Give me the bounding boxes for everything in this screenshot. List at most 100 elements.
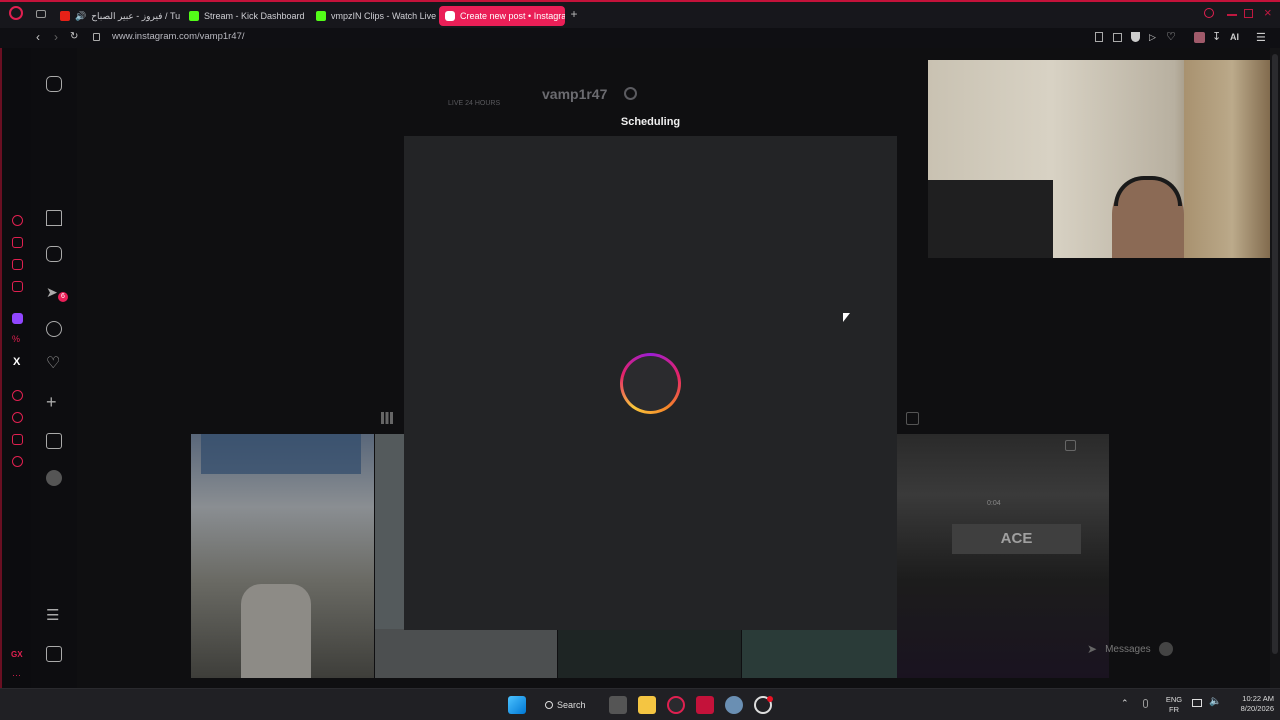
twitch-icon[interactable]: [12, 313, 23, 324]
ai-button[interactable]: AI: [1230, 32, 1239, 42]
create-icon[interactable]: +: [46, 393, 62, 411]
x-icon[interactable]: X: [13, 356, 20, 368]
reel-icon: [1065, 440, 1076, 451]
taskbar-search[interactable]: Search: [545, 697, 586, 713]
file-explorer-icon[interactable]: [638, 696, 656, 714]
notification-badge: 6: [58, 292, 68, 302]
snapshot-icon[interactable]: [1095, 32, 1103, 42]
language-indicator[interactable]: ENG FR: [1163, 695, 1185, 715]
tab-label: Create new post • Instagra: [460, 11, 565, 21]
download-icon[interactable]: ↧: [1212, 30, 1221, 43]
menu-icon[interactable]: ☰: [46, 608, 62, 624]
settings-icon[interactable]: [725, 696, 743, 714]
tab-youtube[interactable]: 🔊 فيروز - عبير الصباح / Tube: [54, 6, 180, 26]
webcam-headset: [1114, 176, 1182, 206]
settings-icon[interactable]: [12, 456, 23, 467]
apps-icon[interactable]: [46, 646, 62, 662]
url-field[interactable]: www.instagram.com/vamp1r47/: [112, 31, 245, 42]
opera-logo-icon[interactable]: [9, 6, 23, 20]
search-icon: [545, 701, 553, 709]
opera-gx-icon[interactable]: [667, 696, 685, 714]
tab-label: vmpzIN Clips - Watch Live: [331, 11, 437, 21]
crypto-wallet-icon[interactable]: [12, 237, 23, 248]
percent-icon[interactable]: %: [12, 334, 20, 344]
webcam-overlay: [928, 60, 1280, 258]
reels-icon[interactable]: [46, 246, 62, 262]
close-icon[interactable]: ×: [1264, 5, 1272, 20]
modal-title: Scheduling: [620, 116, 681, 128]
play-icon[interactable]: ▷: [1149, 32, 1156, 43]
pinboard-icon[interactable]: [12, 434, 23, 445]
instagram-icon: [445, 11, 455, 21]
speaker-icon[interactable]: 🔈: [1209, 696, 1221, 707]
maximize-icon[interactable]: [1244, 9, 1253, 18]
more-icon[interactable]: ···: [12, 670, 21, 680]
search-label: Search: [557, 700, 586, 710]
back-icon[interactable]: ‹: [36, 30, 40, 44]
insights-icon[interactable]: [46, 433, 62, 449]
lock-icon: [93, 33, 100, 41]
windows-taskbar: Search ⌃ ENG FR 🔈 10:22 AM 8/20/2026: [0, 688, 1280, 720]
scrollbar-thumb[interactable]: [1272, 54, 1278, 654]
speaker-icon[interactable]: 🔊: [75, 11, 86, 22]
webcam-monitor: [928, 180, 1053, 258]
tab-kick-dashboard[interactable]: Stream - Kick Dashboard: [183, 6, 305, 26]
post-thumbnail[interactable]: [558, 629, 741, 678]
settings-icon[interactable]: [624, 87, 637, 100]
microphone-icon[interactable]: [1143, 699, 1148, 708]
heart-icon[interactable]: ♡: [46, 356, 62, 372]
language-top: ENG: [1165, 695, 1183, 704]
player-icon[interactable]: [12, 390, 23, 401]
new-tab-button[interactable]: +: [568, 7, 580, 21]
crop-icon[interactable]: [1113, 33, 1122, 42]
app-notification-dot: [767, 696, 773, 702]
chevron-up-icon[interactable]: ⌃: [1121, 698, 1129, 709]
post-thumbnail[interactable]: [375, 629, 557, 678]
post-thumbnail[interactable]: [191, 434, 374, 678]
grid-tab-icon[interactable]: [381, 412, 393, 424]
avatar[interactable]: [46, 470, 62, 486]
workspace-icon[interactable]: [36, 10, 46, 18]
instagram-logo-icon[interactable]: [46, 76, 62, 92]
windows-start-icon[interactable]: [508, 696, 526, 714]
mouse-cursor-icon: [843, 313, 850, 322]
shield-icon[interactable]: [1131, 32, 1140, 42]
search-icon[interactable]: [46, 321, 62, 337]
loading-spinner-icon: [620, 353, 681, 414]
tab-label: فيروز - عبير الصباح / Tube: [91, 10, 180, 21]
extension-icon[interactable]: [1194, 32, 1205, 43]
tab-kick-clips[interactable]: vmpzIN Clips - Watch Live: [310, 6, 438, 26]
workspaces-icon[interactable]: [12, 259, 23, 270]
tab-instagram-create-post[interactable]: Create new post • Instagra: [439, 6, 565, 26]
clock-time: 10:22 AM: [1242, 694, 1274, 703]
history-icon[interactable]: [12, 412, 23, 423]
home-icon[interactable]: [46, 210, 62, 226]
clock[interactable]: 10:22 AM 8/20/2026: [1224, 694, 1274, 714]
reload-icon[interactable]: ↻: [70, 31, 78, 42]
youtube-icon: [60, 11, 70, 21]
messenger-icon[interactable]: [12, 281, 23, 292]
post-image-building: [201, 434, 361, 474]
minimize-icon[interactable]: [1227, 14, 1237, 16]
messages-button[interactable]: ➤ Messages: [1087, 636, 1237, 662]
app-red-icon[interactable]: [696, 696, 714, 714]
aria-icon[interactable]: [12, 215, 23, 226]
page-scrollbar[interactable]: [1270, 48, 1280, 688]
messages-label: Messages: [1105, 643, 1151, 655]
search-tabs-icon[interactable]: [1204, 8, 1214, 18]
messages-icon: ➤: [1087, 642, 1098, 656]
kick-icon: [316, 11, 326, 21]
post-thumbnail[interactable]: 0:04 ACE: [897, 434, 1109, 678]
live-label: LIVE 24 HOURS: [448, 100, 501, 107]
tagged-tab-icon[interactable]: [906, 412, 919, 425]
language-bottom: FR: [1169, 705, 1179, 714]
menu-icon[interactable]: ☰: [1256, 31, 1266, 44]
heart-icon[interactable]: ♡: [1166, 30, 1176, 43]
address-bar: ‹ › ↻ www.instagram.com/vamp1r47/ ▷ ♡ ↧ …: [0, 28, 1280, 48]
forward-icon[interactable]: ›: [54, 30, 58, 44]
network-icon[interactable]: [1192, 699, 1202, 707]
post-image-person: [241, 584, 311, 678]
gx-icon[interactable]: GX: [11, 650, 23, 659]
task-view-icon[interactable]: [609, 696, 627, 714]
instagram-sidebar: ➤ 6 ♡ + ☰: [31, 48, 77, 688]
